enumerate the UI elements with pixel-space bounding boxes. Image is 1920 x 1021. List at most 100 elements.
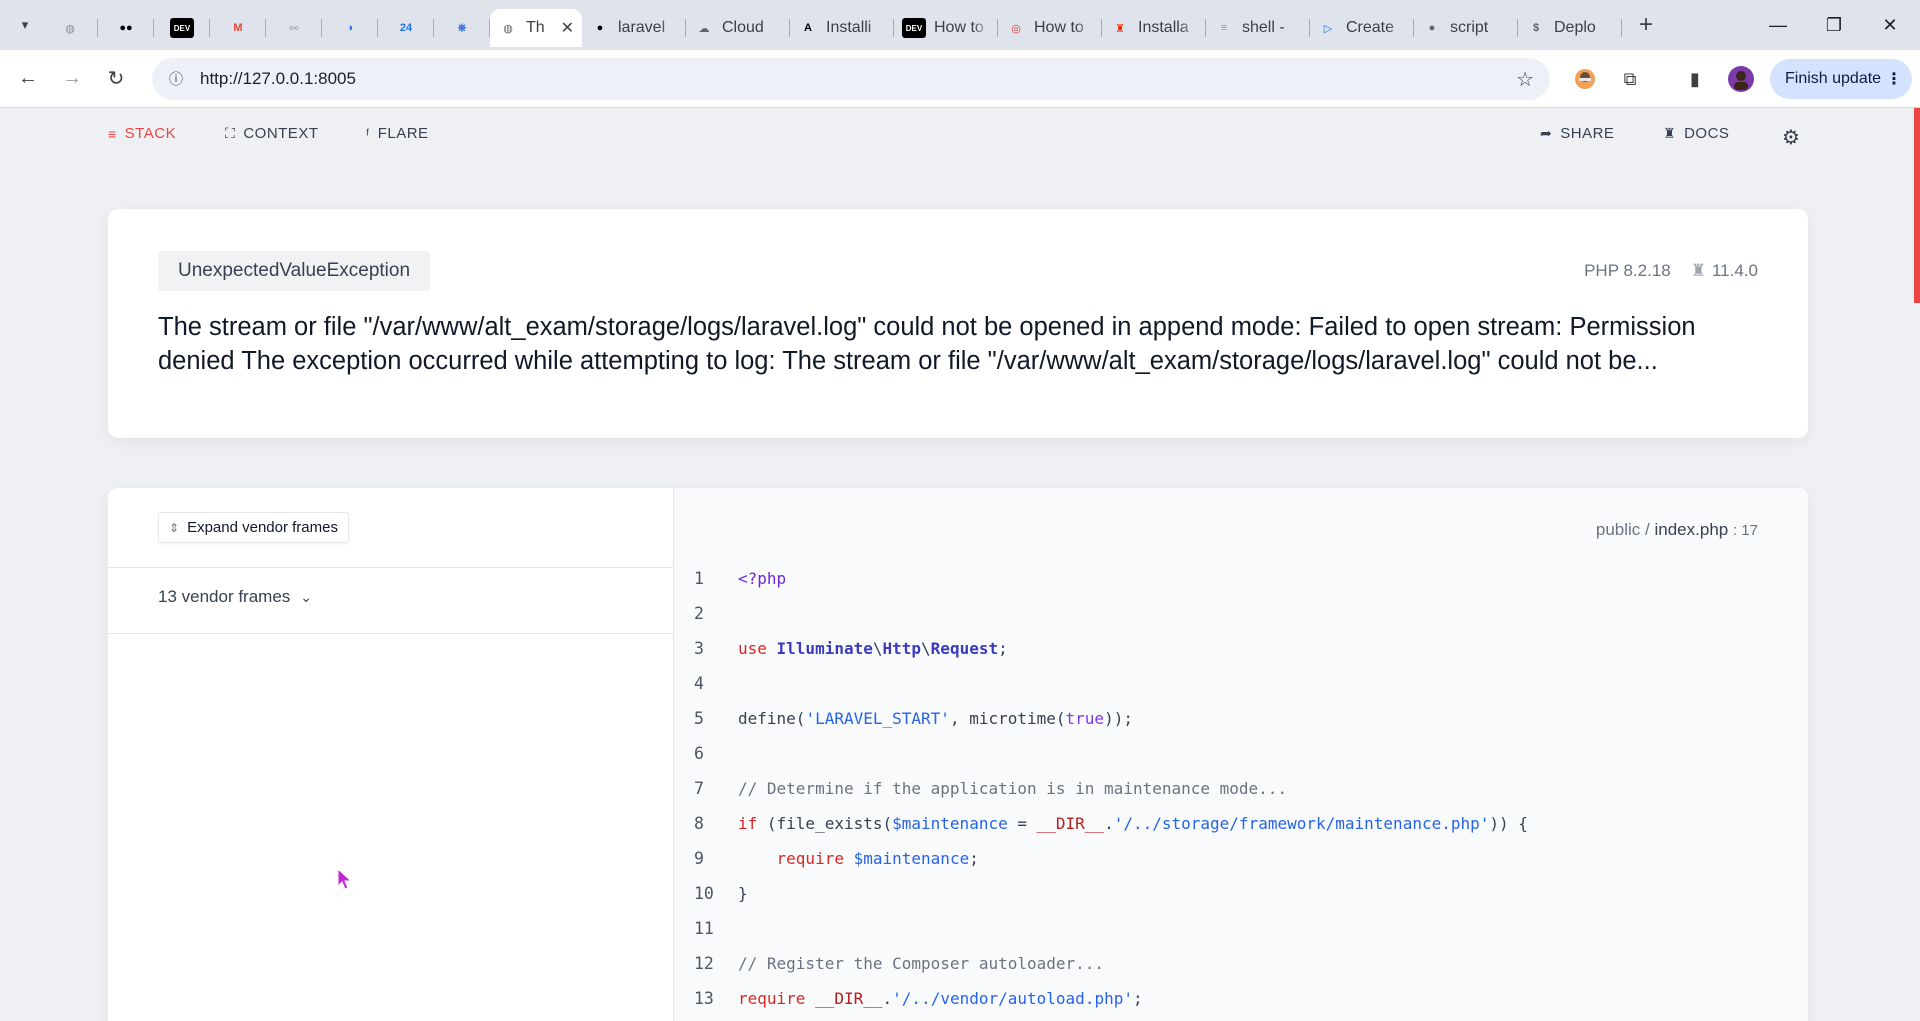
browser-tab[interactable]: ◎ How to	[998, 9, 1102, 47]
settings-gear-icon[interactable]: ⚙	[1782, 125, 1800, 150]
browser-tab[interactable]: ▷ Create	[1310, 9, 1414, 47]
code-token: '/../storage/framework/maintenance.php'	[1113, 814, 1490, 833]
line-source: define('LARAVEL_START', microtime(true))…	[738, 709, 1133, 728]
url-text[interactable]: http://127.0.0.1:8005	[200, 69, 356, 89]
line-number: 1	[694, 569, 704, 588]
unfold-icon: ⇕	[169, 520, 180, 535]
browser-tab[interactable]: ● script	[1414, 9, 1518, 47]
browser-tab[interactable]: 24	[378, 9, 434, 47]
code-line[interactable]: 9 require $maintenance;	[694, 841, 1528, 876]
nav-docs-label: DOCS	[1684, 125, 1730, 142]
line-number: 8	[694, 814, 704, 833]
code-token: __DIR__	[815, 989, 883, 1008]
chevron-down-icon: ⌄	[300, 588, 313, 605]
browser-tab[interactable]: DEV	[154, 9, 210, 47]
page-scrollbar[interactable]	[1914, 108, 1920, 303]
extension-avatar-icon[interactable]	[1566, 60, 1604, 98]
profile-avatar[interactable]	[1722, 60, 1760, 98]
mouse-cursor-icon	[337, 868, 353, 890]
tab-search-chevron-icon[interactable]: ▾	[8, 8, 42, 42]
browser-tab[interactable]: ◍ Th ✕	[490, 9, 582, 47]
line-number: 4	[694, 674, 704, 693]
world-icon: ◍	[503, 22, 513, 35]
reload-icon[interactable]: ↻	[96, 59, 136, 99]
line-number: 9	[694, 849, 704, 868]
browser-tab[interactable]: ≡ shell -	[1206, 9, 1310, 47]
nav-context[interactable]: ⛶ CONTEXT	[225, 125, 318, 142]
browser-tab[interactable]: M	[210, 9, 266, 47]
code-line[interactable]: 6	[694, 736, 1528, 771]
new-tab-plus-icon[interactable]: +	[1628, 7, 1664, 43]
browser-tab-title: Deplo	[1554, 19, 1596, 36]
code-line[interactable]: 1 <?php	[694, 561, 1528, 596]
nav-share-label: SHARE	[1560, 125, 1615, 142]
code-token: true	[1065, 709, 1105, 728]
vendor-frames-toggle[interactable]: 13 vendor frames ⌄	[158, 587, 312, 607]
browser-tab[interactable]: ◍	[42, 9, 98, 47]
browser-tab[interactable]: ●●	[98, 9, 154, 47]
nav-flare-label: FLARE	[377, 125, 429, 142]
code-line[interactable]: 4	[694, 666, 1528, 701]
close-tab-icon[interactable]: ✕	[561, 18, 574, 38]
side-panel-icon[interactable]: ▮	[1676, 60, 1714, 98]
bookmark-star-icon[interactable]: ☆	[1516, 67, 1534, 92]
restore-icon[interactable]: ❐	[1806, 0, 1862, 50]
target-icon: ◎	[1011, 22, 1021, 35]
browser-tab[interactable]: DEV How to	[894, 9, 998, 47]
browser-tab[interactable]: $ Deplo	[1518, 9, 1622, 47]
dev-icon: DEV	[170, 18, 194, 38]
browser-tab[interactable]: ● laravel	[582, 9, 686, 47]
dev-icon: DEV	[902, 18, 926, 38]
code-line[interactable]: 3 use Illuminate\Http\Request;	[694, 631, 1528, 666]
browser-tab[interactable]: ⎈	[434, 9, 490, 47]
back-arrow-icon[interactable]: ←	[8, 59, 48, 99]
code-token: , microtime(	[949, 709, 1066, 728]
file-path[interactable]: public / index.php : 17	[1596, 520, 1758, 540]
code-line[interactable]: 12 // Register the Composer autoloader...	[694, 946, 1528, 981]
code-token: \	[921, 639, 931, 658]
code-snippet: 1 <?php 2 3 use Illuminate\Http\Request; 4 5 de…	[694, 561, 1528, 1016]
finish-update-button[interactable]: Finish update ⋮	[1770, 59, 1912, 99]
nav-flare[interactable]: ᶠ FLARE	[366, 125, 429, 142]
exception-card: UnexpectedValueException PHP 8.2.18 ♜ 11…	[108, 209, 1808, 438]
more-menu-icon[interactable]: ⋮	[1886, 69, 1902, 89]
code-token: ;	[1132, 989, 1143, 1008]
browser-tab-title: Installa	[1138, 19, 1189, 36]
laravel-icon: ♜	[1115, 22, 1125, 35]
code-line[interactable]: 2	[694, 596, 1528, 631]
browser-tab[interactable]: A Installi	[790, 9, 894, 47]
line-source: require $maintenance;	[738, 849, 979, 868]
code-line[interactable]: 5 define('LARAVEL_START', microtime(true)…	[694, 701, 1528, 736]
address-bar[interactable]: ⓘ http://127.0.0.1:8005 ☆	[152, 58, 1550, 100]
24-icon: 24	[399, 22, 413, 34]
browser-tab-title: Create	[1346, 19, 1395, 36]
line-source: require __DIR__.'/../vendor/autoload.php…	[738, 989, 1143, 1008]
site-info-icon[interactable]: ⓘ	[162, 65, 190, 93]
expand-vendor-frames-button[interactable]: ⇕ Expand vendor frames	[158, 512, 349, 543]
browser-tab[interactable]: ◑	[322, 9, 378, 47]
tab-separator	[1621, 19, 1622, 37]
minimize-icon[interactable]: —	[1750, 0, 1806, 50]
browser-tab[interactable]: ♜ Installa	[1102, 9, 1206, 47]
code-line[interactable]: 13 require __DIR__.'/../vendor/autoload.p…	[694, 981, 1528, 1016]
forward-arrow-icon[interactable]: →	[52, 59, 92, 99]
file-name: index.php	[1654, 520, 1729, 539]
code-line[interactable]: 8 if (file_exists($maintenance = __DIR__.…	[694, 806, 1528, 841]
browser-tab[interactable]: ☁ Cloud	[686, 9, 790, 47]
browser-tab-strip: ▾ ◍ ●● DEV M ⚯ ◑ 24 ⎈ ◍ Th ✕ ● laravel ☁ Cloud A Install…	[0, 0, 1920, 50]
code-line[interactable]: 7 // Determine if the application is in m…	[694, 771, 1528, 806]
close-window-icon[interactable]: ✕	[1862, 0, 1918, 50]
nav-share[interactable]: ➦ SHARE	[1540, 125, 1614, 142]
code-token: if	[738, 814, 758, 833]
code-token: $maintenance	[853, 849, 970, 868]
nav-context-label: CONTEXT	[243, 125, 319, 142]
code-line[interactable]: 11	[694, 911, 1528, 946]
browser-tab[interactable]: ⚯	[266, 9, 322, 47]
nav-stack[interactable]: ≡ STACK	[108, 125, 176, 142]
exception-class: UnexpectedValueException	[158, 251, 431, 291]
code-line[interactable]: 10}	[694, 876, 1528, 911]
extensions-puzzle-icon[interactable]: ⧉	[1611, 60, 1649, 98]
code-token: )) {	[1489, 814, 1528, 833]
nav-docs[interactable]: ♜ DOCS	[1663, 125, 1729, 142]
